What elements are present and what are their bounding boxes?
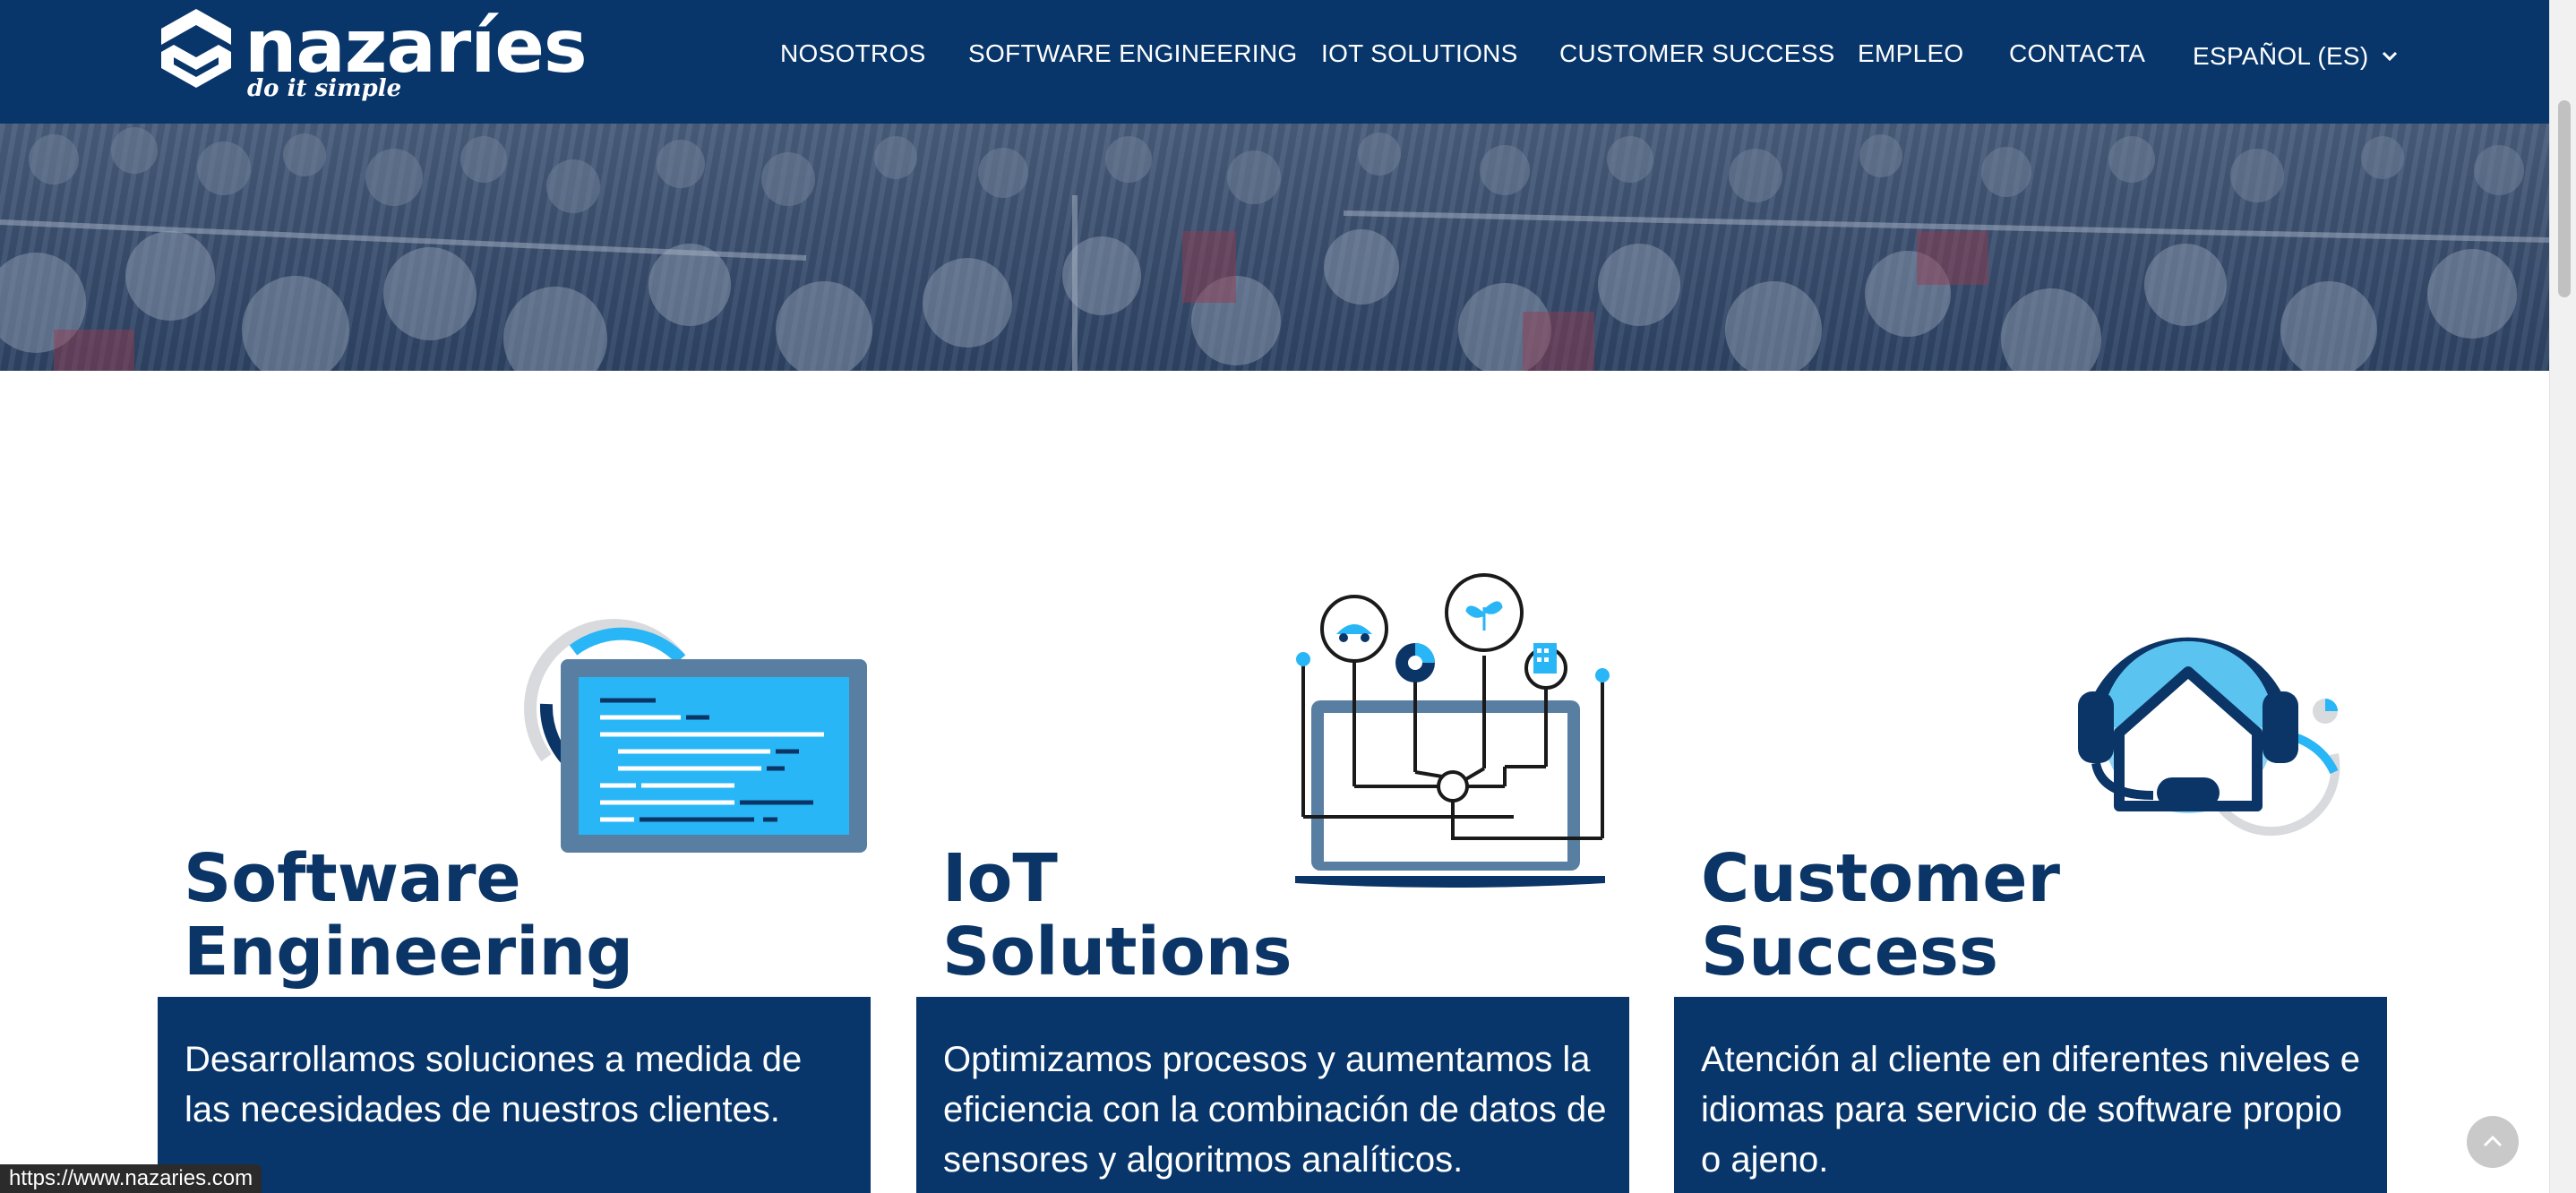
cube-logo-icon [161, 9, 231, 88]
card-title-line: Software [184, 840, 521, 917]
hero-banner-image [0, 124, 2549, 371]
nav-item-contacta[interactable]: CONTACTA [2009, 39, 2145, 68]
card-iot-solutions[interactable]: Optimizamos procesos y aumentamos la efi… [916, 997, 1629, 1193]
stadium-crowd-image [0, 127, 2549, 371]
card-title-iot-solutions[interactable]: IoT Solutions [942, 842, 1292, 989]
headset-home-icon [2078, 637, 2340, 837]
nav-item-empleo[interactable]: EMPLEO [1858, 39, 1964, 68]
chevron-up-icon [2483, 1135, 2503, 1147]
site-header: nazaríes do it simple NOSOTROS SOFTWARE … [0, 0, 2549, 124]
nav-item-software-engineering[interactable]: SOFTWARE ENGINEERING [968, 39, 1297, 68]
iot-laptop-icon [1295, 573, 1610, 888]
card-title-line: IoT [942, 840, 1058, 917]
card-title-line: Customer [1701, 840, 2061, 917]
language-selector[interactable]: ESPAÑOL (ES) [2193, 39, 2398, 71]
nav-item-iot-solutions[interactable]: IOT SOLUTIONS [1321, 39, 1518, 68]
card-title-software-engineering[interactable]: Software Engineering [184, 842, 633, 989]
page-scrollbar[interactable] [2549, 0, 2576, 1193]
card-description: Desarrollamos soluciones a medida de las… [185, 1040, 803, 1129]
chevron-down-icon [2382, 39, 2398, 68]
card-description: Atención al cliente en diferentes nivele… [1701, 1040, 2361, 1180]
nav-item-customer-success[interactable]: CUSTOMER SUCCESS [1559, 39, 1835, 68]
card-software-engineering[interactable]: Desarrollamos soluciones a medida de las… [158, 997, 871, 1193]
card-title-line: Engineering [184, 914, 634, 991]
code-monitor-icon [524, 619, 867, 853]
card-title-customer-success[interactable]: Customer Success [1701, 842, 2060, 989]
status-bar-url: https://www.nazaries.com [0, 1164, 262, 1193]
brand-logo[interactable]: nazaríes do it simple [158, 5, 588, 111]
back-to-top-button[interactable] [2467, 1116, 2519, 1168]
card-description: Optimizamos procesos y aumentamos la efi… [943, 1040, 1607, 1180]
scrollbar-thumb[interactable] [2558, 100, 2571, 297]
card-customer-success[interactable]: Atención al cliente en diferentes nivele… [1674, 997, 2387, 1193]
card-title-line: Solutions [942, 914, 1292, 991]
card-title-line: Success [1701, 914, 1998, 991]
nav-item-nosotros[interactable]: NOSOTROS [780, 39, 926, 68]
brand-tagline: do it simple [247, 75, 402, 102]
language-label: ESPAÑOL (ES) [2193, 42, 2369, 70]
